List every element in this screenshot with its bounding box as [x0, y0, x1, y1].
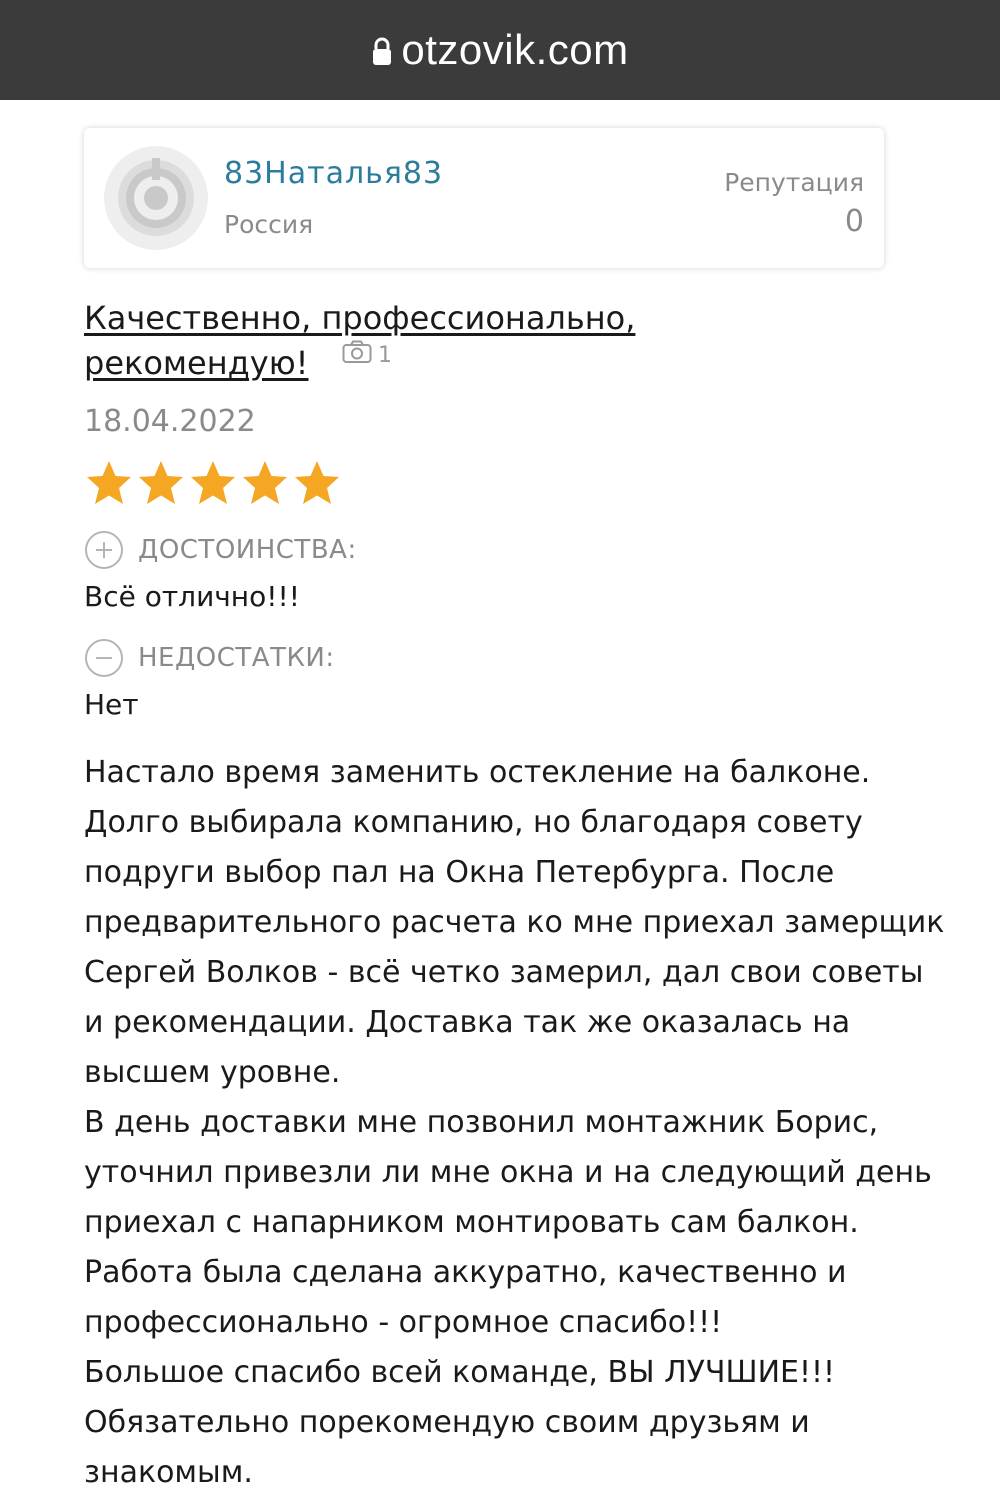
star-icon: [295, 461, 339, 504]
review-body-line: высшем уровне.: [84, 1055, 341, 1090]
pros-text: Всё отлично!!!: [84, 580, 300, 613]
review-body-line: Настало время заменить остекление на бал…: [84, 755, 871, 790]
review-body-line: Работа была сделана аккуратно, качествен…: [84, 1255, 847, 1290]
default-avatar-icon[interactable]: [104, 146, 208, 250]
pros-label: ДОСТОИНСТВА:: [138, 535, 357, 565]
photo-count[interactable]: 1: [342, 340, 392, 370]
url-text: otzovik.com: [401, 26, 629, 73]
url-display[interactable]: otzovik.com: [371, 26, 628, 74]
cons-label: НЕДОСТАТКИ:: [138, 643, 335, 673]
review-date: 18.04.2022: [84, 404, 256, 439]
user-card: 83Наталья83 Россия Репутация 0: [84, 128, 884, 268]
lock-icon: [371, 37, 393, 67]
review-body-line: предварительного расчета ко мне приехал …: [84, 905, 945, 940]
review-body-line: Обязательно порекомендую своим друзьям и: [84, 1405, 810, 1440]
cons-text: Нет: [84, 688, 139, 721]
user-country: Россия: [224, 210, 314, 239]
rating-stars: [84, 458, 342, 508]
star-icon: [243, 461, 287, 504]
browser-address-bar[interactable]: otzovik.com: [0, 0, 1000, 100]
pros-header: ДОСТОИНСТВА:: [84, 530, 357, 570]
review-body-line: профессионально - огромное спасибо!!!: [84, 1305, 723, 1340]
review-title-line1[interactable]: Качественно, профессионально,: [84, 299, 635, 337]
minus-circle-icon: [84, 638, 124, 678]
reputation-label: Репутация: [724, 168, 864, 197]
review-body-line: и рекомендации. Доставка так же оказалас…: [84, 1005, 851, 1040]
star-icon: [139, 461, 183, 504]
camera-icon: [342, 340, 372, 370]
review-body-line: знакомым.: [84, 1455, 253, 1490]
star-icon: [87, 461, 131, 504]
review-body-line: В день доставки мне позвонил монтажник Б…: [84, 1105, 879, 1140]
username-link[interactable]: 83Наталья83: [224, 156, 443, 191]
review-body-line: уточнил привезли ли мне окна и на следую…: [84, 1155, 932, 1190]
review-body-line: Сергей Волков - всё четко замерил, дал с…: [84, 955, 924, 990]
review-body-line: приехал с напарником монтировать сам бал…: [84, 1205, 859, 1240]
review-title-line2[interactable]: рекомендую!: [84, 344, 308, 382]
reputation-value: 0: [844, 204, 864, 239]
review-body-line: Долго выбирала компанию, но благодаря со…: [84, 805, 863, 840]
cons-header: НЕДОСТАТКИ:: [84, 638, 335, 678]
plus-circle-icon: [84, 530, 124, 570]
review-body-line: подруги выбор пал на Окна Петербурга. По…: [84, 855, 835, 890]
review-body: Настало время заменить остекление на бал…: [84, 748, 964, 1498]
photo-count-value: 1: [378, 342, 392, 368]
star-icon: [191, 461, 235, 504]
review-body-line: Большое спасибо всей команде, ВЫ ЛУЧШИЕ!…: [84, 1355, 836, 1390]
